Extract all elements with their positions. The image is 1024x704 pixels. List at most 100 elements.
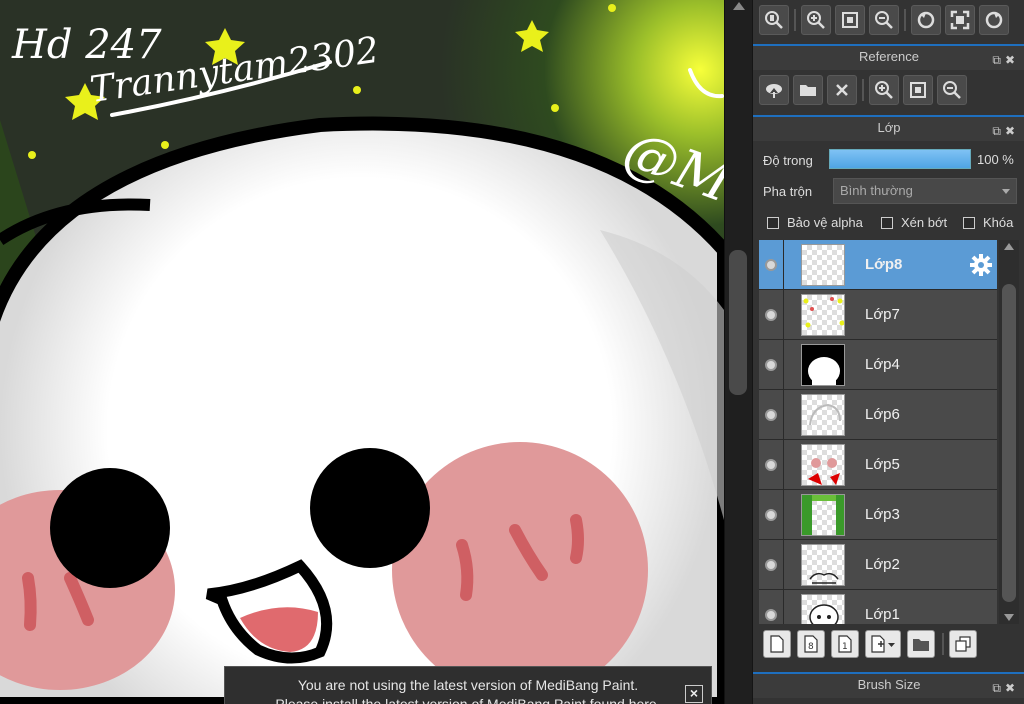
checkbox-box[interactable]: [767, 216, 779, 229]
new-layer-icon[interactable]: [763, 630, 791, 658]
right-panel: Reference ⧉✖ Lớp ⧉✖ Độ trong 100 % Pha t…: [752, 0, 1024, 704]
visibility-icon[interactable]: [765, 609, 777, 621]
notice-line-2: Please install the latest version of Med…: [275, 696, 661, 704]
gear-icon[interactable]: [969, 253, 993, 277]
new-8bit-layer-icon[interactable]: 1: [831, 630, 859, 658]
visibility-icon[interactable]: [765, 559, 777, 571]
clipping-label: Xén bớt: [901, 215, 948, 230]
new-halftone-layer-icon[interactable]: 8: [797, 630, 825, 658]
scroll-down-arrow-icon[interactable]: [1004, 614, 1014, 621]
layer-row[interactable]: Lớp8: [759, 240, 997, 290]
blend-mode-label: Pha trộn: [763, 184, 813, 199]
reference-panel-header[interactable]: Reference ⧉✖: [753, 44, 1024, 70]
panel-float-close-icons[interactable]: ⧉✖: [992, 120, 1019, 142]
protect-alpha-checkbox[interactable]: Bảo vệ alpha: [767, 215, 863, 230]
zoom-in-icon[interactable]: [801, 5, 831, 35]
artwork: Hd 247 Trannytam2302 @M: [0, 0, 724, 704]
layer-row[interactable]: Lớp3: [759, 490, 997, 540]
upload-icon[interactable]: [759, 75, 789, 105]
panel-float-close-icons[interactable]: ⧉✖: [992, 49, 1019, 71]
artist-hashtag: Hd 247: [11, 22, 162, 68]
zoom-out-icon[interactable]: [937, 75, 967, 105]
visibility-icon[interactable]: [765, 409, 777, 421]
layer-panel-title: Lớp: [877, 120, 901, 135]
layer-row[interactable]: Lớp1: [759, 590, 997, 624]
fullscreen-icon[interactable]: [945, 5, 975, 35]
checkbox-box[interactable]: [881, 216, 893, 229]
opacity-value: 100 %: [977, 152, 1014, 167]
visibility-icon[interactable]: [765, 359, 777, 371]
scrollbar-thumb[interactable]: [1002, 284, 1016, 602]
opacity-label: Độ trong: [763, 153, 813, 168]
blend-mode-value: Bình thường: [840, 183, 913, 198]
brush-size-panel-title: Brush Size: [857, 677, 921, 692]
layer-list: Lớp8 Lớp7 Lớp4 Lớp6 Lớp5 Lớp3 Lớp2 Lớp1: [759, 240, 997, 624]
notice-line-1: You are not using the latest version of …: [297, 677, 639, 693]
toolbar-separator: [904, 9, 906, 31]
rotate-right-icon[interactable]: [979, 5, 1009, 35]
svg-text:8: 8: [808, 642, 814, 652]
panel-float-close-icons[interactable]: ⧉✖: [992, 677, 1019, 699]
layer-name: Lớp4: [865, 356, 900, 373]
layer-thumbnail: [801, 244, 845, 286]
lock-checkbox[interactable]: Khóa: [963, 215, 1013, 230]
reference-toolbar: [753, 71, 1024, 109]
layer-name: Lớp1: [865, 606, 900, 623]
layer-list-scrollbar[interactable]: [999, 240, 1019, 624]
open-folder-icon[interactable]: [793, 75, 823, 105]
scrollbar-thumb[interactable]: [729, 250, 747, 395]
visibility-icon[interactable]: [765, 259, 777, 271]
layer-thumbnail: [801, 594, 845, 624]
fit-window-icon[interactable]: [903, 75, 933, 105]
layer-row[interactable]: Lớp6: [759, 390, 997, 440]
fit-window-icon[interactable]: [835, 5, 865, 35]
toolbar-separator: [794, 9, 796, 31]
zoom-actual-icon[interactable]: [759, 5, 789, 35]
zoom-out-icon[interactable]: [869, 5, 899, 35]
duplicate-layer-icon[interactable]: [949, 630, 977, 658]
protect-alpha-label: Bảo vệ alpha: [787, 215, 863, 230]
layer-thumbnail: [801, 444, 845, 486]
layer-name: Lớp2: [865, 556, 900, 573]
zoom-in-icon[interactable]: [869, 75, 899, 105]
layer-name: Lớp6: [865, 406, 900, 423]
layer-thumbnail: [801, 494, 845, 536]
add-layer-menu-icon[interactable]: [865, 630, 901, 658]
layer-row[interactable]: Lớp2: [759, 540, 997, 590]
chevron-down-icon: [1002, 189, 1010, 194]
visibility-icon[interactable]: [765, 459, 777, 471]
visibility-icon[interactable]: [765, 509, 777, 521]
layer-name: Lớp8: [865, 256, 903, 273]
canvas-vertical-scrollbar[interactable]: [724, 0, 752, 704]
rotate-left-icon[interactable]: [911, 5, 941, 35]
visibility-icon[interactable]: [765, 309, 777, 321]
close-icon[interactable]: ×: [685, 685, 703, 703]
layer-panel-header[interactable]: Lớp ⧉✖: [753, 115, 1024, 141]
checkbox-box[interactable]: [963, 216, 975, 229]
scroll-up-arrow-icon[interactable]: [1004, 243, 1014, 250]
scroll-up-arrow-icon[interactable]: [733, 2, 745, 10]
layer-name: Lớp5: [865, 456, 900, 473]
navigator-toolbar: [753, 1, 1024, 39]
clipping-checkbox[interactable]: Xén bớt: [881, 215, 947, 230]
opacity-slider[interactable]: [829, 149, 971, 169]
reference-panel-title: Reference: [859, 49, 919, 64]
toolbar-separator: [862, 79, 864, 101]
layer-row[interactable]: Lớp4: [759, 340, 997, 390]
brush-size-panel-header[interactable]: Brush Size ⧉✖: [753, 672, 1024, 698]
layer-thumbnail: [801, 294, 845, 336]
drawing-canvas[interactable]: Hd 247 Trannytam2302 @M: [0, 0, 724, 704]
svg-text:1: 1: [842, 642, 848, 652]
layer-row[interactable]: Lớp7: [759, 290, 997, 340]
layer-row[interactable]: Lớp5: [759, 440, 997, 490]
blend-mode-select[interactable]: Bình thường: [833, 178, 1017, 204]
close-icon[interactable]: [827, 75, 857, 105]
lock-label: Khóa: [983, 215, 1014, 230]
toolbar-separator: [942, 633, 944, 655]
layer-tools: 8 1: [763, 630, 983, 658]
layer-name: Lớp3: [865, 506, 900, 523]
layer-thumbnail: [801, 394, 845, 436]
layer-name: Lớp7: [865, 306, 900, 323]
new-folder-icon[interactable]: [907, 630, 935, 658]
update-notice: You are not using the latest version of …: [224, 666, 712, 704]
